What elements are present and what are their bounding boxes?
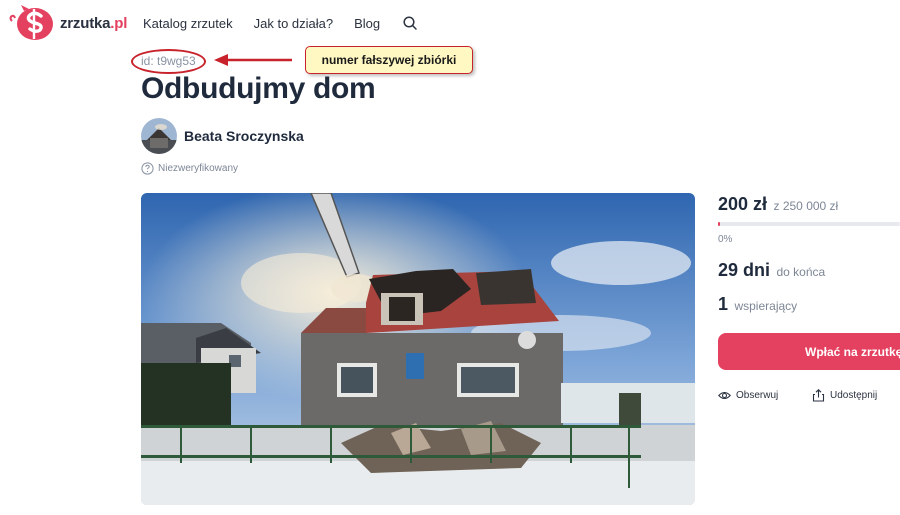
progress-bar (718, 222, 900, 226)
author-profile[interactable]: Beata Sroczynska (141, 118, 304, 154)
nav-catalog-link[interactable]: Katalog zrzutek (143, 16, 233, 31)
supporters-count: 1 wspierający (718, 294, 797, 315)
raised-value: 200 zł (718, 194, 768, 214)
burned-house-image (141, 193, 695, 505)
days-remaining: 29 dni do końca (718, 260, 825, 281)
author-name: Beata Sroczynska (184, 128, 304, 144)
follow-label: Obserwuj (736, 390, 779, 401)
logo[interactable]: zrzutka.pl (8, 3, 127, 43)
progress-percent: 0% (718, 234, 733, 245)
days-label: do końca (776, 265, 826, 279)
nav-how-it-works-link[interactable]: Jak to działa? (254, 16, 334, 31)
verification-status: Niezweryfikowany (141, 162, 238, 175)
pay-button[interactable]: Wpłać na zrzutkę (718, 333, 900, 370)
nav-blog-link[interactable]: Blog (354, 16, 380, 31)
share-icon (812, 389, 825, 402)
question-circle-icon (141, 162, 154, 175)
goal-value: z 250 000 zł (773, 199, 839, 213)
campaign-photo[interactable] (141, 193, 695, 505)
supporters-value: 1 (718, 294, 729, 314)
annotation-arrow-icon (214, 54, 292, 66)
verification-label: Niezweryfikowany (158, 163, 239, 174)
piggy-bank-logo-icon (9, 5, 53, 40)
page-title: Odbudujmy dom (141, 72, 376, 105)
logo-text: zrzutka.pl (60, 14, 128, 32)
avatar (141, 118, 177, 154)
main-nav: Katalog zrzutek Jak to działa? Blog (143, 15, 418, 31)
follow-button[interactable]: Obserwuj (718, 389, 778, 402)
days-value: 29 dni (718, 260, 771, 280)
amount-raised: 200 zł z 250 000 zł (718, 194, 838, 215)
campaign-id: id: t9wg53 (141, 54, 196, 68)
annotation-callout: numer fałszywej zbiórki (305, 46, 473, 74)
share-button[interactable]: Udostępnij (812, 389, 877, 402)
search-icon[interactable] (402, 15, 418, 31)
eye-icon (718, 391, 731, 400)
supporters-label: wspierający (734, 299, 798, 313)
progress-fill (718, 222, 720, 226)
share-label: Udostępnij (830, 390, 878, 401)
